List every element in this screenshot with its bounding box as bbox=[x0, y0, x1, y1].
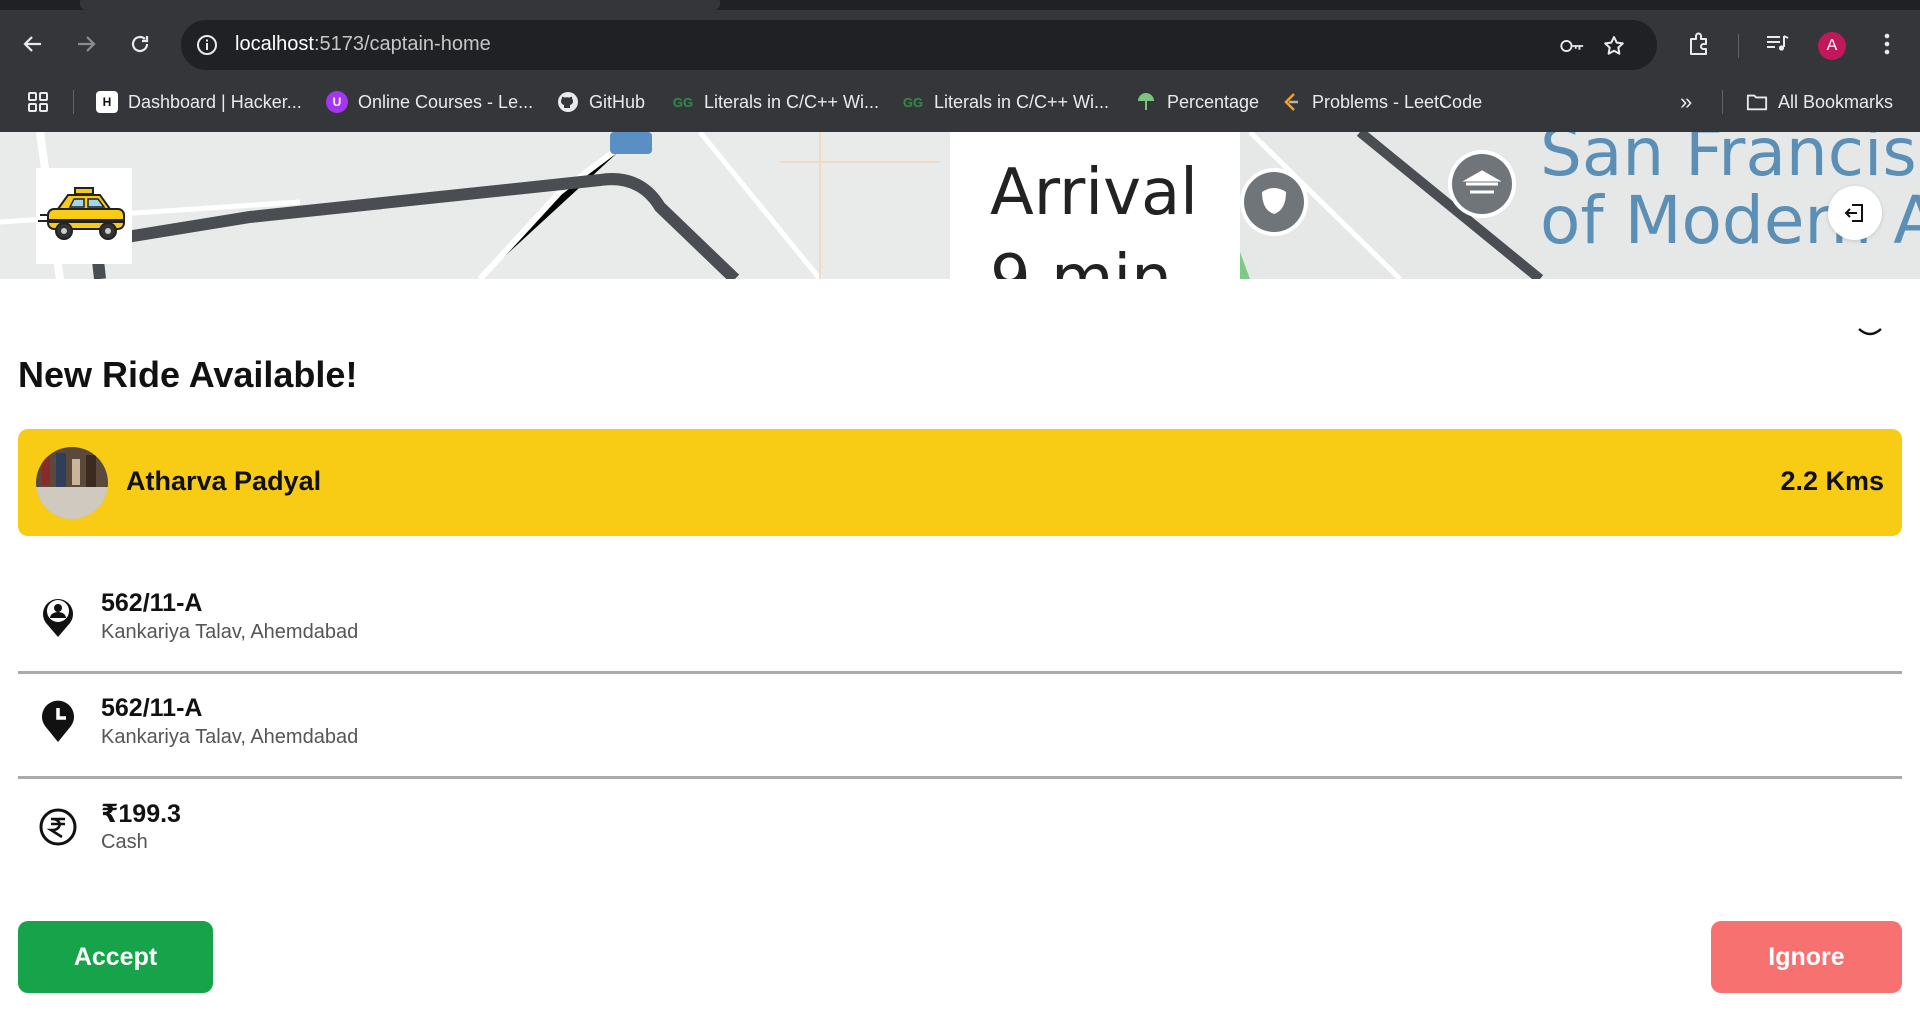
rider-name: Atharva Padyal bbox=[126, 466, 322, 496]
bookmarks-divider bbox=[73, 90, 74, 114]
bookmark-label: GitHub bbox=[589, 91, 646, 112]
bookmark-item[interactable]: U Online Courses - Le... bbox=[326, 87, 533, 117]
udemy-icon: U bbox=[326, 91, 348, 113]
bookmark-star-icon[interactable] bbox=[1601, 33, 1627, 59]
apps-grid-icon[interactable] bbox=[26, 87, 50, 117]
pickup-subtitle: Kankariya Talav, Ahemdabad bbox=[101, 621, 359, 643]
site-info-icon[interactable] bbox=[195, 33, 219, 57]
payment-method: Cash bbox=[101, 831, 148, 853]
panel-title: New Ride Available! bbox=[18, 354, 358, 395]
taxi-icon bbox=[38, 187, 125, 240]
bookmark-item[interactable]: GG Literals in C/C++ Wi... bbox=[672, 87, 879, 117]
map-label-eta: 9 min bbox=[990, 242, 1172, 279]
map-label-arrival: Arrival bbox=[990, 156, 1198, 230]
url-host: localhost bbox=[235, 33, 314, 55]
ignore-button[interactable]: Ignore bbox=[1711, 921, 1902, 993]
destination-row: 562/11-A Kankariya Talav, Ahemdabad bbox=[18, 672, 1902, 779]
fare-amount: ₹199.3 bbox=[101, 800, 181, 828]
percentage-icon bbox=[1135, 91, 1157, 113]
rider-avatar bbox=[36, 447, 108, 519]
pickup-title: 562/11-A bbox=[101, 589, 203, 617]
collapse-panel-button[interactable] bbox=[1852, 321, 1888, 345]
forward-icon[interactable] bbox=[68, 26, 104, 62]
bookmark-label: Online Courses - Le... bbox=[358, 91, 534, 112]
toolbar-divider bbox=[1738, 34, 1739, 58]
logout-icon bbox=[1844, 204, 1863, 222]
profile-avatar[interactable]: A bbox=[1818, 32, 1846, 60]
all-bookmarks-label: All Bookmarks bbox=[1778, 91, 1894, 112]
map-pin-time-icon bbox=[38, 698, 78, 746]
bookmark-item[interactable]: Percentage bbox=[1135, 87, 1259, 117]
fare-row: ₹199.3 Cash bbox=[18, 777, 1902, 881]
app-logo bbox=[36, 168, 132, 264]
bookmark-item[interactable]: GitHub bbox=[557, 87, 645, 117]
folder-icon bbox=[1746, 91, 1768, 113]
geeksforgeeks-icon: GG bbox=[902, 94, 924, 110]
active-tab[interactable] bbox=[80, 0, 720, 10]
more-bookmarks-icon[interactable]: » bbox=[1680, 87, 1692, 117]
leetcode-icon bbox=[1280, 91, 1302, 113]
bookmark-item[interactable]: Problems - LeetCode bbox=[1280, 87, 1482, 117]
browser-menu-icon[interactable] bbox=[1872, 29, 1902, 59]
all-bookmarks[interactable]: All Bookmarks bbox=[1746, 87, 1893, 117]
github-icon bbox=[557, 91, 579, 113]
extensions-icon[interactable] bbox=[1684, 29, 1714, 59]
bookmark-label: Literals in C/C++ Wi... bbox=[934, 91, 1110, 112]
bookmark-label: Percentage bbox=[1167, 91, 1260, 112]
url-text[interactable]: localhost:5173/captain-home bbox=[235, 33, 491, 56]
bookmarks-divider bbox=[1722, 90, 1723, 114]
map-view[interactable]: Arrival 9 min San Francisco of Modern A bbox=[0, 132, 1920, 279]
rider-card: Atharva Padyal 2.2 Kms bbox=[18, 429, 1902, 536]
ride-distance: 2.2 Kms bbox=[1780, 466, 1884, 496]
bookmark-item[interactable]: GG Literals in C/C++ Wi... bbox=[902, 87, 1109, 117]
rupee-circle-icon bbox=[38, 803, 78, 851]
browser-toolbar: localhost:5173/captain-home A bbox=[0, 10, 1920, 78]
destination-subtitle: Kankariya Talav, Ahemdabad bbox=[101, 726, 359, 748]
browser-chrome: localhost:5173/captain-home A H Dashboar… bbox=[0, 0, 1920, 132]
geeksforgeeks-icon: GG bbox=[672, 94, 694, 110]
bookmark-item[interactable]: H Dashboard | Hacker... bbox=[96, 87, 302, 117]
password-key-icon[interactable] bbox=[1559, 33, 1585, 59]
bookmarks-bar: H Dashboard | Hacker... U Online Courses… bbox=[0, 80, 1920, 124]
hackerrank-icon: H bbox=[96, 91, 118, 113]
address-bar[interactable]: localhost:5173/captain-home bbox=[181, 20, 1657, 70]
reload-icon[interactable] bbox=[122, 26, 158, 62]
chevron-down-icon bbox=[1858, 328, 1882, 336]
bookmark-label: Problems - LeetCode bbox=[1312, 91, 1483, 112]
logout-button[interactable] bbox=[1828, 186, 1882, 240]
pickup-row: 562/11-A Kankariya Talav, Ahemdabad bbox=[18, 567, 1902, 674]
back-icon[interactable] bbox=[15, 26, 51, 62]
accept-button[interactable]: Accept bbox=[18, 921, 213, 993]
bookmark-label: Dashboard | Hacker... bbox=[128, 91, 302, 112]
map-pin-user-icon bbox=[38, 593, 78, 641]
tab-strip bbox=[0, 0, 1920, 10]
bookmark-label: Literals in C/C++ Wi... bbox=[704, 91, 880, 112]
destination-title: 562/11-A bbox=[101, 694, 203, 722]
media-controls-icon[interactable] bbox=[1762, 29, 1792, 59]
url-path: :5173/captain-home bbox=[313, 33, 491, 55]
